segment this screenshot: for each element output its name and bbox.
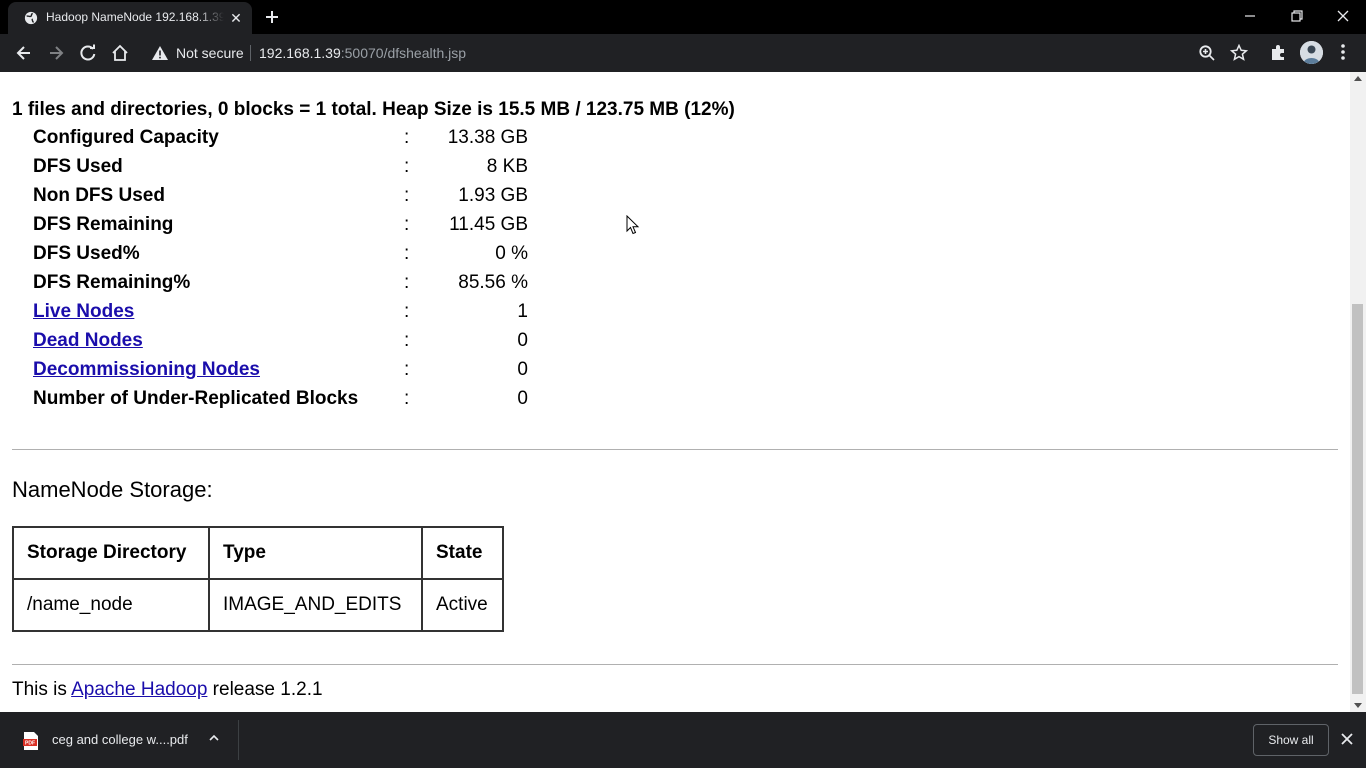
stat-colon: : — [404, 272, 410, 293]
pdf-file-icon: PDF — [23, 732, 38, 750]
stat-value: 0 — [517, 388, 528, 409]
stat-label: Configured Capacity — [33, 127, 219, 148]
download-file-name: ceg and college w....pdf — [52, 732, 188, 747]
new-tab-icon[interactable] — [262, 7, 282, 27]
dead-nodes-link[interactable]: Dead Nodes — [33, 330, 143, 352]
stat-colon: : — [404, 301, 410, 322]
profile-avatar[interactable] — [1300, 41, 1323, 64]
scroll-thumb[interactable] — [1352, 304, 1363, 694]
divider — [12, 449, 1338, 450]
tab-close-icon[interactable]: ✕ — [228, 10, 244, 26]
browser-toolbar: Not secure 192.168.1.39:50070/dfshealth.… — [0, 34, 1366, 72]
download-shelf: PDF ceg and college w....pdf Show all — [0, 712, 1366, 768]
stat-value: 1.93 GB — [458, 185, 528, 206]
stat-value: 13.38 GB — [447, 127, 528, 148]
kebab-menu-icon[interactable] — [1338, 42, 1348, 62]
reload-icon[interactable] — [78, 43, 98, 63]
bookmark-star-icon[interactable] — [1230, 44, 1248, 62]
stat-value: 85.56 % — [458, 272, 528, 293]
browser-tab[interactable]: Hadoop NameNode 192.168.1.39:50070 ✕ — [8, 2, 252, 34]
zoom-icon[interactable] — [1198, 44, 1216, 62]
table-row: /name_node IMAGE_AND_EDITS Active — [12, 578, 504, 632]
address-bar[interactable]: Not secure 192.168.1.39:50070/dfshealth.… — [140, 38, 1260, 68]
header-type: Type — [208, 526, 423, 580]
security-status[interactable]: Not secure — [176, 45, 244, 61]
footer-suffix: release 1.2.1 — [207, 679, 323, 700]
release-footer: This is Apache Hadoop release 1.2.1 — [12, 679, 323, 701]
stat-value: 1 — [517, 301, 528, 322]
extensions-icon[interactable] — [1270, 43, 1288, 61]
decommissioning-nodes-link[interactable]: Decommissioning Nodes — [33, 359, 260, 381]
divider — [12, 664, 1338, 665]
restore-icon[interactable] — [1287, 6, 1307, 26]
footer-prefix: This is — [12, 679, 72, 700]
header-state: State — [421, 526, 504, 580]
mouse-cursor-icon — [626, 215, 640, 235]
download-divider — [238, 720, 239, 760]
stat-colon: : — [404, 214, 410, 235]
download-item[interactable]: PDF ceg and college w....pdf — [8, 718, 238, 762]
stat-colon: : — [404, 388, 410, 409]
stat-label: DFS Remaining% — [33, 272, 191, 293]
stat-label: Number of Under-Replicated Blocks — [33, 388, 359, 409]
show-all-button[interactable]: Show all — [1253, 724, 1329, 756]
page-content: 1 files and directories, 0 blocks = 1 to… — [0, 72, 1350, 712]
stat-colon: : — [404, 156, 410, 177]
cell-type: IMAGE_AND_EDITS — [208, 578, 423, 632]
tab-bar: Hadoop NameNode 192.168.1.39:50070 ✕ — [0, 0, 1366, 34]
apache-hadoop-link[interactable]: Apache Hadoop — [71, 679, 207, 700]
warning-icon[interactable] — [152, 46, 168, 60]
stat-label: Non DFS Used — [33, 185, 165, 206]
close-shelf-icon[interactable] — [1340, 732, 1354, 746]
stat-colon: : — [404, 185, 410, 206]
profile-picture-icon — [1300, 41, 1323, 64]
tab-title: Hadoop NameNode 192.168.1.39:50070 — [46, 10, 224, 24]
url-text[interactable]: 192.168.1.39:50070/dfshealth.jsp — [259, 45, 466, 61]
address-separator — [250, 45, 251, 61]
cell-state: Active — [421, 578, 504, 632]
stat-colon: : — [404, 359, 410, 380]
live-nodes-link[interactable]: Live Nodes — [33, 301, 134, 323]
globe-icon — [24, 11, 38, 25]
forward-icon[interactable] — [46, 43, 66, 63]
url-path: :50070/dfshealth.jsp — [340, 45, 467, 61]
stat-colon: : — [404, 127, 410, 148]
stat-value: 0 % — [495, 243, 528, 264]
stat-value: 0 — [517, 330, 528, 351]
header-storage-directory: Storage Directory — [12, 526, 210, 580]
home-icon[interactable] — [110, 43, 130, 63]
stat-label: DFS Used — [33, 156, 123, 177]
stat-label: DFS Remaining — [33, 214, 174, 235]
storage-table: Storage Directory Type State /name_node … — [12, 526, 504, 632]
namespace-summary: 1 files and directories, 0 blocks = 1 to… — [12, 99, 735, 120]
vertical-scrollbar[interactable] — [1350, 72, 1366, 712]
url-host: 192.168.1.39 — [259, 45, 341, 61]
stat-value: 11.45 GB — [449, 214, 528, 235]
close-window-icon[interactable] — [1333, 6, 1353, 26]
cell-storage-directory: /name_node — [12, 578, 210, 632]
stat-colon: : — [404, 330, 410, 351]
svg-text:PDF: PDF — [25, 741, 35, 747]
stat-value: 0 — [517, 359, 528, 380]
stat-value: 8 KB — [486, 156, 528, 177]
table-header-row: Storage Directory Type State — [12, 526, 504, 580]
namenode-storage-heading: NameNode Storage: — [12, 477, 213, 502]
minimize-icon[interactable] — [1240, 6, 1260, 26]
back-icon[interactable] — [14, 43, 34, 63]
chevron-up-icon[interactable] — [208, 732, 220, 744]
scroll-down-arrow-icon[interactable] — [1354, 703, 1362, 708]
scroll-up-arrow-icon[interactable] — [1354, 76, 1362, 81]
stat-colon: : — [404, 243, 410, 264]
stat-label: DFS Used% — [33, 243, 140, 264]
